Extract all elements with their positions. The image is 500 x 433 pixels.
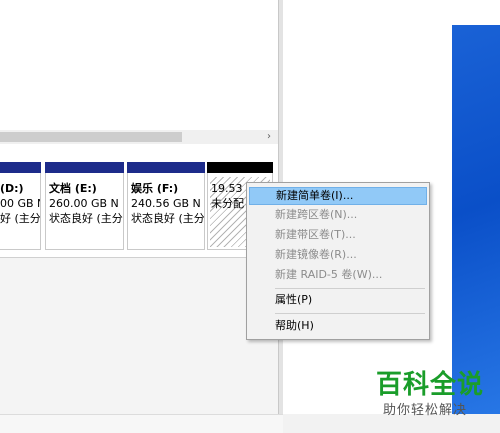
watermark-title: 百科全说	[376, 370, 485, 400]
volume-info: 19.53 未分配	[211, 181, 272, 211]
menu-item-new-spanned-volume[interactable]: 新建跨区卷(N)...	[249, 206, 427, 224]
volume-status: 未分配	[211, 197, 244, 210]
volume-f[interactable]: 娱乐 (F:) 240.56 GB N 状态良好 (主分	[127, 162, 205, 250]
menu-item-help[interactable]: 帮助(H)	[249, 317, 427, 335]
menu-item-new-raid5-volume[interactable]: 新建 RAID-5 卷(W)...	[249, 266, 427, 284]
scroll-right-arrow-icon[interactable]: ›	[262, 130, 276, 144]
volume-type-bar	[45, 162, 124, 173]
volume-size: 240.56 GB N	[131, 197, 201, 210]
volume-status: 好 (主分	[0, 212, 40, 225]
volume-name: 娱乐 (F:)	[131, 182, 179, 195]
menu-item-new-simple-volume[interactable]: 新建简单卷(I)...	[249, 187, 427, 205]
volume-info: (D:) 00 GB N 好 (主分	[0, 181, 40, 226]
status-bar	[0, 414, 283, 433]
unallocated-bar	[207, 162, 273, 173]
menu-item-new-mirrored-volume[interactable]: 新建镜像卷(R)...	[249, 246, 427, 264]
volume-info: 文档 (E:) 260.00 GB N 状态良好 (主分	[49, 181, 123, 226]
volume-list-pane	[0, 0, 278, 145]
watermark-subtitle: 助你轻松解决	[383, 403, 468, 418]
menu-separator	[275, 313, 425, 314]
volume-e[interactable]: 文档 (E:) 260.00 GB N 状态良好 (主分	[45, 162, 124, 250]
volume-size: 19.53	[211, 182, 243, 195]
disk-list-area	[0, 258, 278, 433]
volume-size: 00 GB N	[0, 197, 40, 210]
volume-d[interactable]: (D:) 00 GB N 好 (主分	[0, 162, 41, 250]
scrollbar-thumb[interactable]	[0, 132, 182, 142]
volume-status: 状态良好 (主分	[49, 212, 123, 225]
menu-item-new-striped-volume[interactable]: 新建带区卷(T)...	[249, 226, 427, 244]
volume-info: 娱乐 (F:) 240.56 GB N 状态良好 (主分	[131, 181, 204, 226]
volume-type-bar	[0, 162, 41, 173]
volume-type-bar	[127, 162, 205, 173]
volume-status: 状态良好 (主分	[131, 212, 204, 225]
menu-item-properties[interactable]: 属性(P)	[249, 291, 427, 309]
volume-size: 260.00 GB N	[49, 197, 119, 210]
menu-separator	[275, 288, 425, 289]
volume-name: (D:)	[0, 182, 24, 195]
volume-name: 文档 (E:)	[49, 182, 97, 195]
context-menu: 新建简单卷(I)... 新建跨区卷(N)... 新建带区卷(T)... 新建镜像…	[246, 182, 430, 340]
